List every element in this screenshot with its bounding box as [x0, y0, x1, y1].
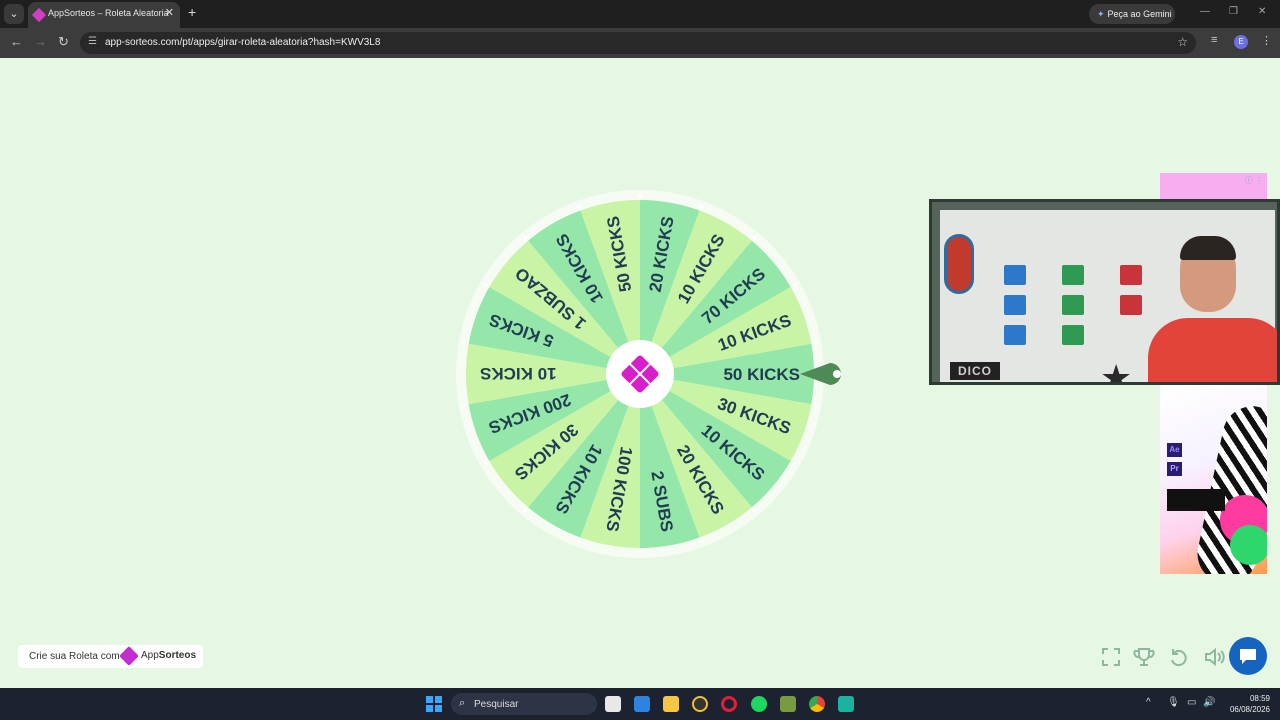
search-placeholder: Pesquisar — [474, 699, 519, 710]
app-icon[interactable] — [780, 696, 796, 712]
forward-arrow-icon[interactable]: → — [34, 34, 47, 49]
wheel-peg — [638, 550, 642, 554]
network-icon[interactable]: ▭ — [1187, 697, 1196, 708]
wheel-peg — [523, 236, 528, 240]
volume-icon[interactable] — [1203, 646, 1225, 668]
wheel-peg — [752, 236, 757, 240]
wall-poster — [1062, 265, 1084, 285]
back-arrow-icon[interactable]: ← — [10, 34, 23, 49]
maximize-icon[interactable]: ❐ — [1229, 6, 1238, 17]
undo-icon[interactable] — [1168, 646, 1190, 668]
ad-banner-bottom[interactable]: Ae Pr — [1160, 385, 1267, 574]
chat-button[interactable] — [1229, 637, 1267, 675]
taskbar: ⌕ Pesquisar ^ 🎙 ▭ 🔊 08:59 06/08/2026 — [0, 688, 1280, 720]
trophy-icon[interactable] — [1133, 646, 1155, 668]
wheel-peg — [577, 539, 581, 543]
star-emblem-icon: ★ — [1100, 357, 1133, 385]
ad-strip — [1167, 489, 1225, 511]
wheel-peg — [638, 194, 642, 198]
url-text[interactable]: app-sorteos.com/pt/apps/girar-roleta-ale… — [105, 37, 380, 48]
gemini-label: Peça ao Gemini — [1107, 9, 1172, 19]
wheel-peg — [484, 461, 488, 465]
wheel-segment-label: 10 KICKS — [480, 364, 557, 383]
reading-list-icon[interactable]: ≡ — [1211, 34, 1217, 46]
file-explorer-icon[interactable] — [663, 696, 679, 712]
wheel-peg — [484, 283, 488, 287]
ad-choices-icon[interactable]: ⓘ ⋮ — [1245, 175, 1263, 186]
tab-title: AppSorteos – Roleta Aleatoria — [48, 8, 169, 18]
fullscreen-icon[interactable] — [1100, 646, 1122, 668]
appsorteos-favicon-icon — [31, 7, 47, 23]
opera-app-icon[interactable] — [721, 696, 737, 712]
close-tab-icon[interactable]: ✕ — [165, 6, 174, 19]
bookmark-star-icon[interactable]: ☆ — [1177, 35, 1188, 49]
browser-menu-icon[interactable]: ⋮ — [1261, 34, 1272, 47]
spin-wheel[interactable]: 50 KICKS 30 KICKS 10 KICKS 20 KICKS 2 SUBS 10… — [455, 189, 841, 559]
wheel-peg — [752, 508, 757, 512]
show-hidden-icons-icon[interactable]: ^ — [1146, 697, 1151, 708]
wheel-peg — [813, 341, 817, 345]
browser-toolbar: ← → ↻ ☰ app-sorteos.com/pt/apps/girar-ro… — [0, 28, 1280, 58]
brand-name: AppSorteos — [141, 650, 197, 661]
close-window-icon[interactable]: ✕ — [1258, 6, 1266, 17]
kick-app-icon[interactable] — [838, 696, 854, 712]
create-wheel-label: Crie sua Roleta com — [29, 651, 120, 662]
chrome-app-icon[interactable] — [809, 696, 825, 712]
wheel-peg — [699, 205, 703, 209]
wall-poster — [1062, 295, 1084, 315]
tab-search-menu-button[interactable]: ⌄ — [4, 4, 24, 24]
webcam-logo: DICO — [950, 362, 1000, 380]
profile-avatar[interactable]: E — [1234, 35, 1248, 49]
wall-poster — [1004, 295, 1026, 315]
taskbar-clock[interactable]: 08:59 06/08/2026 — [1226, 693, 1270, 715]
taskbar-search[interactable]: ⌕ Pesquisar — [451, 693, 597, 715]
streamer — [1148, 236, 1277, 382]
after-effects-icon: Ae — [1167, 443, 1182, 457]
wall-poster — [1120, 295, 1142, 315]
minimize-icon[interactable]: — — [1200, 6, 1210, 17]
webcam-background: DICO ★ — [940, 210, 1277, 385]
wall-poster — [1120, 265, 1142, 285]
windows-start-icon[interactable] — [426, 696, 442, 712]
browser-tab-bar: ⌄ AppSorteos – Roleta Aleatoria ✕ + ✦ Peç… — [0, 0, 1280, 28]
microphone-icon[interactable]: 🎙 — [1167, 697, 1180, 708]
spotify-app-icon[interactable] — [751, 696, 767, 712]
search-icon: ⌕ — [459, 697, 466, 709]
chat-icon — [1240, 649, 1256, 664]
wheel-peg — [792, 461, 796, 465]
ad-art — [1230, 525, 1267, 565]
wheel-peg — [463, 403, 467, 407]
app-icon[interactable] — [692, 696, 708, 712]
new-tab-button[interactable]: + — [188, 4, 196, 20]
address-bar[interactable]: ☰ app-sorteos.com/pt/apps/girar-roleta-a… — [80, 32, 1196, 54]
clock-date: 06/08/2026 — [1229, 705, 1270, 714]
speaker-icon[interactable]: 🔊 — [1203, 697, 1215, 708]
browser-tab[interactable]: AppSorteos – Roleta Aleatoria ✕ — [28, 2, 180, 28]
wheel-graphic[interactable]: 50 KICKS30 KICKS10 KICKS20 KICKS2 SUBS10… — [455, 189, 825, 559]
create-wheel-link[interactable]: Crie sua Roleta com AppSorteos — [18, 645, 203, 668]
wall-poster — [1062, 325, 1084, 345]
wheel-peg — [577, 205, 581, 209]
appsorteos-logo-icon — [119, 646, 139, 666]
wheel-segment-label: 50 KICKS — [723, 365, 800, 384]
site-info-icon[interactable]: ☰ — [88, 36, 97, 47]
dartboard-icon — [944, 234, 974, 294]
gemini-sparkle-icon: ✦ — [1097, 9, 1105, 19]
ask-gemini-button[interactable]: ✦ Peça ao Gemini — [1089, 4, 1175, 24]
wall-poster — [1004, 265, 1026, 285]
wheel-peg — [813, 403, 817, 407]
premiere-icon: Pr — [1167, 462, 1182, 476]
store-app-icon[interactable] — [605, 696, 621, 712]
wheel-peg — [792, 283, 796, 287]
webcam-overlay: DICO ★ — [929, 199, 1280, 385]
wheel-pointer-icon — [800, 363, 841, 385]
wall-poster — [1004, 325, 1026, 345]
wheel-peg — [523, 508, 528, 512]
reload-icon[interactable]: ↻ — [58, 34, 69, 50]
wheel-peg — [463, 341, 467, 345]
clock-time: 08:59 — [1249, 694, 1270, 703]
edge-app-icon[interactable] — [634, 696, 650, 712]
wheel-peg — [699, 539, 703, 543]
